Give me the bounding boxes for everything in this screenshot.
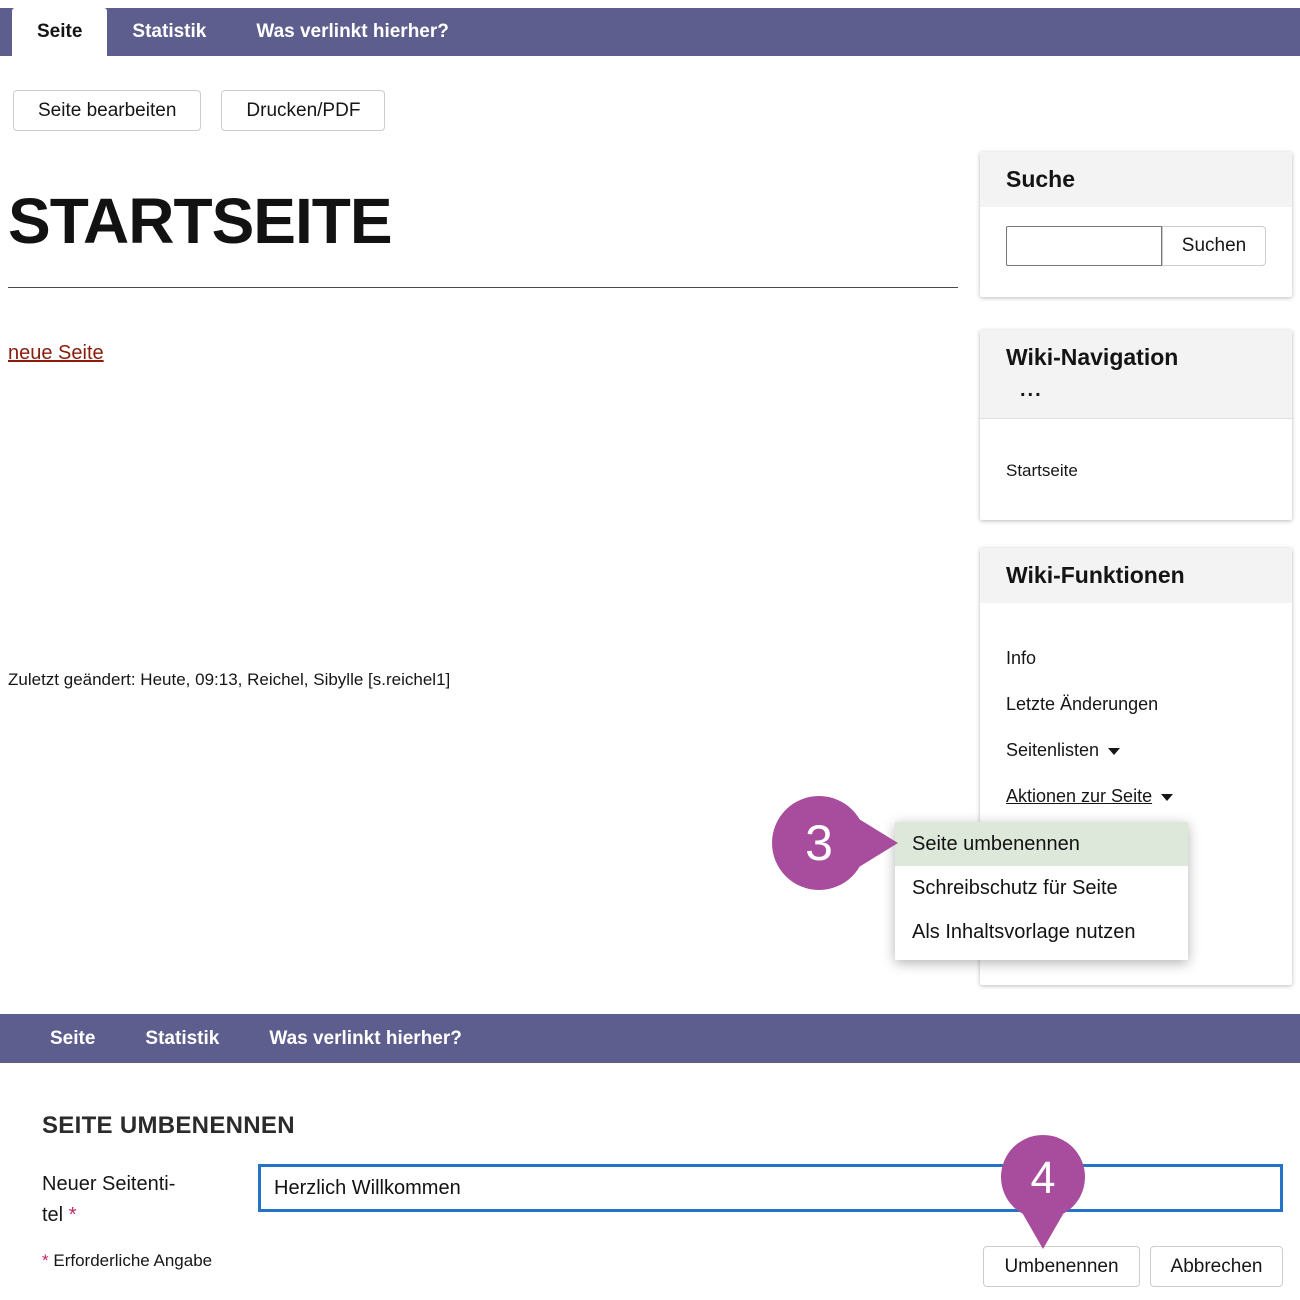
new-title-label: Neuer Seitenti-tel * (42, 1169, 175, 1231)
sidebar-item-startseite[interactable]: Startseite (1006, 461, 1078, 480)
annotation-step-3-balloon: 3 (772, 795, 898, 891)
required-asterisk: * (42, 1251, 49, 1270)
required-asterisk: * (69, 1204, 77, 1226)
function-link-aktionen-label: Aktionen zur Seite (1006, 786, 1152, 806)
rename-form-heading: SEITE UMBENENNEN (42, 1112, 295, 1140)
wiki-navigation-title: Wiki-Navigation (980, 330, 1292, 379)
search-panel-title: Suche (980, 152, 1292, 207)
wiki-screen: Seite Statistik Was verlinkt hierher? Se… (0, 0, 1300, 1300)
page-toolbar: Seite bearbeiten Drucken/PDF (13, 90, 385, 131)
required-note: * Erforderliche Angabe (42, 1251, 212, 1271)
tab-seite[interactable]: Seite (12, 8, 107, 56)
new-title-label-line1: Neuer Seitenti- (42, 1173, 175, 1195)
aktionen-dropdown-menu: Seite umbenennen Schreibschutz für Seite… (895, 822, 1188, 960)
tab-statistik-2[interactable]: Statistik (120, 1014, 244, 1063)
print-pdf-button[interactable]: Drucken/PDF (221, 90, 385, 131)
tab-was-verlinkt-hierher[interactable]: Was verlinkt hierher? (231, 8, 474, 56)
new-title-input[interactable] (258, 1164, 1283, 1212)
search-input[interactable] (1006, 226, 1162, 266)
edit-page-button[interactable]: Seite bearbeiten (13, 90, 201, 131)
search-button[interactable]: Suchen (1162, 226, 1266, 266)
neue-seite-link[interactable]: neue Seite (8, 342, 104, 365)
rename-submit-button[interactable]: Umbenennen (983, 1246, 1140, 1287)
caret-down-icon (1108, 748, 1120, 755)
menu-item-schreibschutz[interactable]: Schreibschutz für Seite (895, 866, 1188, 910)
top-navbar: Seite Statistik Was verlinkt hierher? (0, 8, 1300, 56)
tab-was-verlinkt-hierher-2[interactable]: Was verlinkt hierher? (244, 1014, 487, 1063)
function-link-seitenlisten[interactable]: Seitenlisten (1006, 739, 1266, 761)
function-link-aktionen-zur-seite[interactable]: Aktionen zur Seite (1006, 785, 1266, 807)
wiki-functions-title: Wiki-Funktionen (980, 548, 1292, 603)
function-link-letzte-aenderungen[interactable]: Letzte Änderungen (1006, 693, 1266, 715)
title-divider (8, 287, 958, 288)
rename-cancel-button[interactable]: Abbrechen (1150, 1246, 1283, 1287)
menu-item-inhaltsvorlage[interactable]: Als Inhaltsvorlage nutzen (895, 910, 1188, 954)
breadcrumb-ellipsis[interactable]: ... (980, 379, 1292, 418)
function-link-info[interactable]: Info (1006, 647, 1266, 669)
function-link-seitenlisten-label: Seitenlisten (1006, 740, 1099, 760)
caret-down-icon (1161, 794, 1173, 801)
page-title: STARTSEITE (8, 184, 392, 258)
last-modified-text: Zuletzt geändert: Heute, 09:13, Reichel,… (8, 670, 450, 690)
tab-statistik[interactable]: Statistik (107, 8, 231, 56)
tab-seite-2[interactable]: Seite (25, 1014, 120, 1063)
bottom-navbar: Seite Statistik Was verlinkt hierher? (0, 1014, 1300, 1063)
menu-item-seite-umbenennen[interactable]: Seite umbenennen (895, 822, 1188, 866)
required-note-text: Erforderliche Angabe (53, 1251, 212, 1270)
search-panel: Suche Suchen (980, 152, 1292, 297)
wiki-navigation-panel: Wiki-Navigation ... Startseite (980, 330, 1292, 520)
annotation-step-3-number: 3 (805, 815, 833, 871)
new-title-label-line2: tel (42, 1204, 63, 1226)
